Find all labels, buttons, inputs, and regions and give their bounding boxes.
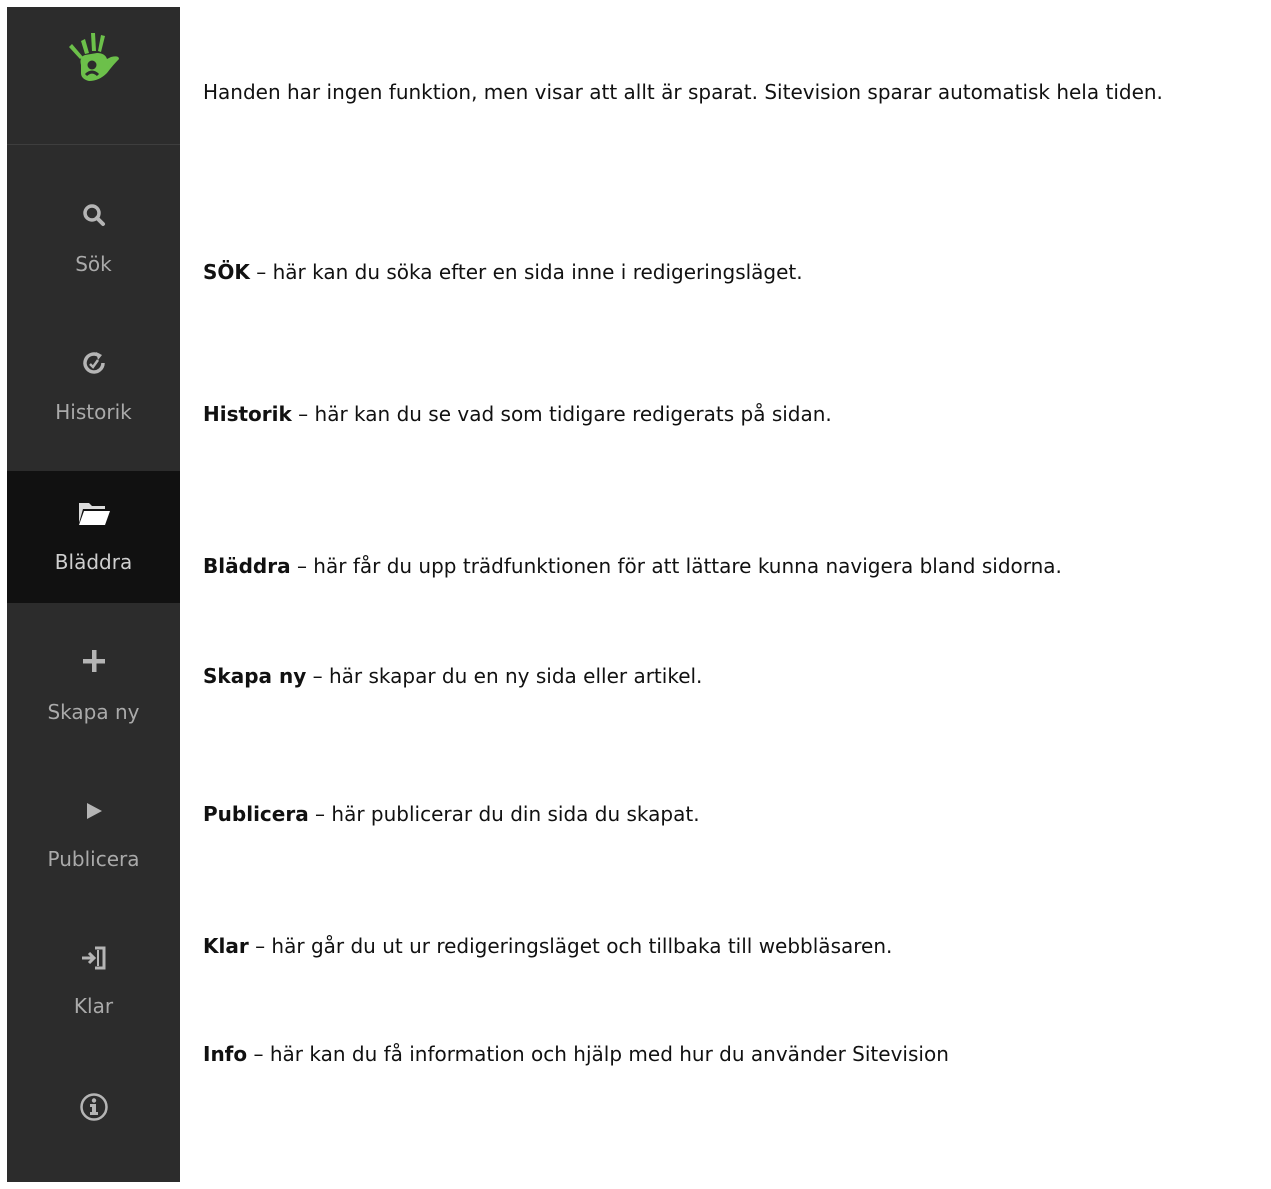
description-term: Klar bbox=[203, 934, 249, 958]
search-icon bbox=[7, 199, 180, 231]
description-text: – här får du upp trädfunktionen för att … bbox=[290, 554, 1062, 578]
play-icon bbox=[7, 795, 180, 827]
description-term: Historik bbox=[203, 402, 292, 426]
description-text: – här skapar du en ny sida eller artikel… bbox=[306, 664, 703, 688]
description-term: Info bbox=[203, 1042, 248, 1066]
description-term: Skapa ny bbox=[203, 664, 307, 688]
sidebar-item-publicera[interactable]: Publicera bbox=[7, 775, 180, 907]
plus-icon bbox=[7, 645, 180, 677]
folder-open-icon bbox=[7, 497, 180, 529]
sidebar-item-klar[interactable]: Klar bbox=[7, 920, 180, 1052]
description-text: – här kan du söka efter en sida inne i r… bbox=[249, 260, 803, 284]
description-term: Bläddra bbox=[203, 554, 291, 578]
hand-icon bbox=[69, 33, 119, 81]
sidebar-item-bladdra[interactable]: Bläddra bbox=[7, 471, 180, 603]
sidebar-item-sok[interactable]: Sök bbox=[7, 177, 180, 309]
description-hand: Handen har ingen funktion, men visar att… bbox=[203, 74, 1263, 110]
sidebar-item-label: Sök bbox=[75, 252, 112, 276]
description-sok: SÖK – här kan du söka efter en sida inne… bbox=[203, 254, 1263, 290]
editor-sidebar: Sök Historik Bläddra Skapa ny Publicera … bbox=[7, 7, 180, 1182]
description-skapa-ny: Skapa ny – här skapar du en ny sida elle… bbox=[203, 658, 1263, 694]
sidebar-item-skapa-ny[interactable]: Skapa ny bbox=[7, 625, 180, 757]
description-historik: Historik – här kan du se vad som tidigar… bbox=[203, 396, 1263, 432]
save-status-logo bbox=[7, 7, 180, 144]
description-text: – här kan du se vad som tidigare rediger… bbox=[291, 402, 832, 426]
sidebar-item-info[interactable] bbox=[7, 1057, 180, 1189]
description-klar: Klar – här går du ut ur redigeringsläget… bbox=[203, 928, 1263, 964]
description-info: Info – här kan du få information och hjä… bbox=[203, 1036, 1263, 1072]
description-term: SÖK bbox=[203, 260, 250, 284]
description-text: – här kan du få information och hjälp me… bbox=[247, 1042, 949, 1066]
description-text: – här publicerar du din sida du skapat. bbox=[308, 802, 700, 826]
logo-divider bbox=[7, 144, 180, 145]
description-term: Publicera bbox=[203, 802, 309, 826]
description-text: Handen har ingen funktion, men visar att… bbox=[203, 80, 1163, 104]
history-icon bbox=[7, 347, 180, 379]
info-icon bbox=[7, 1091, 180, 1123]
exit-icon bbox=[7, 942, 180, 974]
sidebar-item-label: Skapa ny bbox=[47, 700, 140, 724]
sidebar-item-label: Bläddra bbox=[54, 550, 133, 574]
sidebar-item-label: Publicera bbox=[47, 847, 140, 871]
sidebar-item-label: Historik bbox=[55, 400, 132, 424]
description-text: – här går du ut ur redigeringsläget och … bbox=[248, 934, 893, 958]
sidebar-item-label: Klar bbox=[73, 994, 114, 1018]
description-publicera: Publicera – här publicerar du din sida d… bbox=[203, 796, 1263, 832]
description-bladdra: Bläddra – här får du upp trädfunktionen … bbox=[203, 548, 1263, 584]
sidebar-item-historik[interactable]: Historik bbox=[7, 325, 180, 457]
